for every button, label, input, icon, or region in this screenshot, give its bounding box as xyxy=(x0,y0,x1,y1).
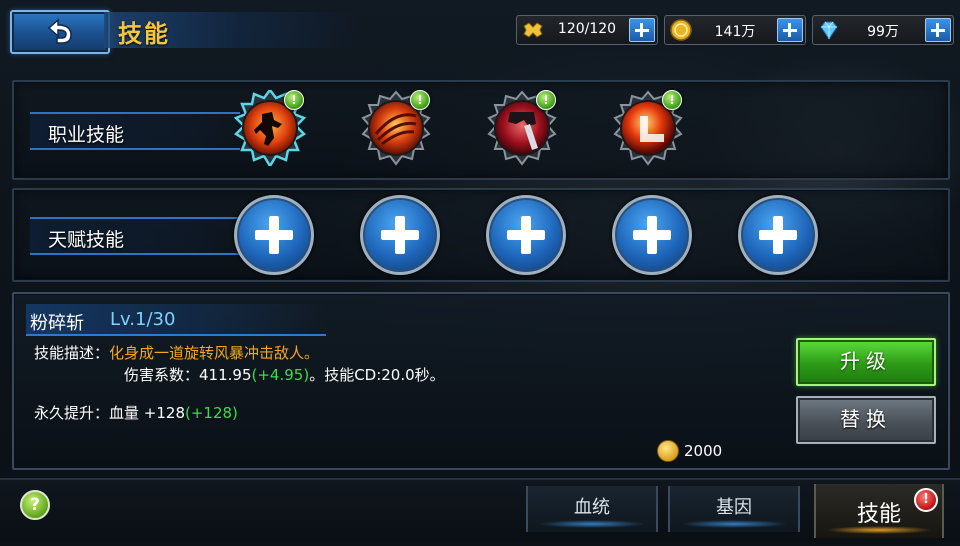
talent-slot-1-plus-icon[interactable] xyxy=(234,195,314,275)
help-button[interactable]: ? xyxy=(20,490,50,520)
permanent-boost-text: 血量 +128 xyxy=(109,404,185,422)
damage-label: 伤害系数： xyxy=(124,366,200,384)
upgrade-cost: 2000 xyxy=(684,442,723,460)
talent-slot-2-plus-icon[interactable] xyxy=(360,195,440,275)
talent-skills-label: 天赋技能 xyxy=(48,229,125,251)
diamond-value: 99万 xyxy=(867,24,899,40)
tab-gene[interactable]: 基因 xyxy=(668,486,800,532)
talent-slot-5-plus-icon[interactable] xyxy=(738,195,818,275)
diamond-resource: 99万 xyxy=(812,15,954,45)
class-skills-panel: 职业技能 xyxy=(12,80,950,180)
stamina-resource: 120/120 xyxy=(516,15,658,45)
permanent-boost-label: 永久提升： xyxy=(34,404,110,422)
tab-skills-label: 技能 xyxy=(856,502,901,527)
gold-coin-icon xyxy=(670,19,692,41)
tab-bloodline[interactable]: 血统 xyxy=(526,486,658,532)
stamina-value: 120/120 xyxy=(557,21,617,37)
tab-gene-label: 基因 xyxy=(716,497,752,518)
tab-bloodline-glow xyxy=(538,520,646,528)
tab-gene-glow xyxy=(680,520,788,528)
back-arrow-icon xyxy=(47,18,72,44)
diamond-icon xyxy=(820,21,838,40)
damage-bonus: (+4.95) xyxy=(251,366,310,384)
talent-skills-panel: 天赋技能 xyxy=(12,188,950,282)
gold-coin-icon xyxy=(657,440,679,462)
skill-name: 粉碎斩 xyxy=(30,313,84,334)
tab-skills-alert-icon: ! xyxy=(914,488,938,512)
class-skills-label: 职业技能 xyxy=(48,124,125,146)
skill-detail-panel: 粉碎斩 Lv.1/30 技能描述：化身成一道旋转风暴冲击敌人。 伤害系数：411… xyxy=(12,292,950,470)
class-skill-3[interactable] xyxy=(484,90,560,166)
replace-button[interactable]: 替换 xyxy=(796,396,936,444)
gold-resource: 141万 xyxy=(664,15,806,45)
bottom-nav: ? 血统 基因 技能 ! xyxy=(0,478,960,542)
skill-description-text: 化身成一道旋转风暴冲击敌人。 xyxy=(109,344,320,362)
add-diamond-button[interactable] xyxy=(925,18,951,42)
class-skill-4-notify-icon xyxy=(662,90,682,110)
class-skill-1-notify-icon xyxy=(284,90,304,110)
class-skill-1[interactable] xyxy=(232,90,308,166)
upgrade-button[interactable]: 升级 xyxy=(796,338,936,386)
tab-skills[interactable]: 技能 ! xyxy=(814,484,944,538)
cooldown-text: 。技能CD:20.0秒。 xyxy=(309,366,445,384)
add-gold-button[interactable] xyxy=(777,18,803,42)
class-skill-3-notify-icon xyxy=(536,90,556,110)
class-skill-2[interactable] xyxy=(358,90,434,166)
skill-description-label: 技能描述： xyxy=(34,344,110,362)
gold-value: 141万 xyxy=(714,24,756,40)
top-bar: 技能 120/120 141万 99万 xyxy=(0,0,960,62)
skill-level: Lv.1/30 xyxy=(110,309,176,330)
permanent-boost-bonus: (+128) xyxy=(184,404,238,422)
tab-skills-glow xyxy=(826,526,932,534)
talent-slot-4-plus-icon[interactable] xyxy=(612,195,692,275)
page-title: 技能 xyxy=(118,20,170,48)
permanent-boost-line: 永久提升：血量 +128(+128) xyxy=(34,402,238,423)
talent-skills-label-bar: 天赋技能 xyxy=(30,217,240,255)
class-skill-4[interactable] xyxy=(610,90,686,166)
skill-damage-line: 伤害系数：411.95(+4.95)。技能CD:20.0秒。 xyxy=(124,364,445,385)
back-button[interactable] xyxy=(10,10,110,54)
skill-description-line: 技能描述：化身成一道旋转风暴冲击敌人。 xyxy=(34,342,319,363)
damage-value: 411.95 xyxy=(199,366,252,384)
stamina-icon xyxy=(523,22,543,38)
class-skill-2-notify-icon xyxy=(410,90,430,110)
talent-slot-3-plus-icon[interactable] xyxy=(486,195,566,275)
add-stamina-button[interactable] xyxy=(629,18,655,42)
class-skills-label-bar: 职业技能 xyxy=(30,112,240,150)
tab-bloodline-label: 血统 xyxy=(574,497,610,518)
